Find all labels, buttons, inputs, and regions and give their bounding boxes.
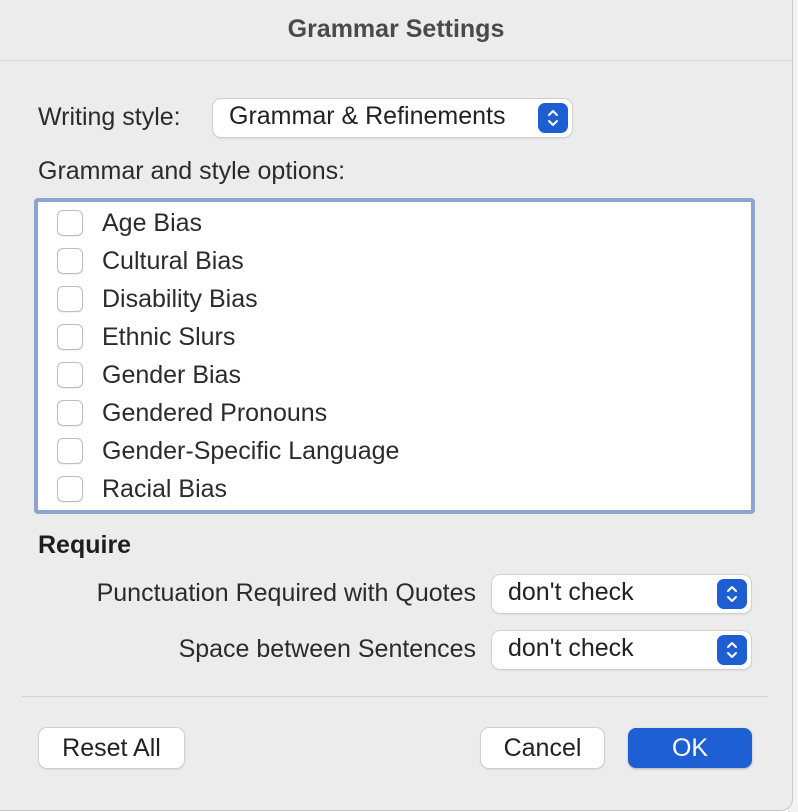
ok-button[interactable]: OK xyxy=(628,728,752,768)
spacing-popup[interactable]: don't check xyxy=(492,631,751,669)
list-item[interactable]: Age Bias xyxy=(38,206,751,242)
option-label: Disability Bias xyxy=(102,285,258,313)
reset-all-button[interactable]: Reset All xyxy=(39,728,184,768)
list-item[interactable]: Gender Bias xyxy=(38,358,751,394)
title-divider xyxy=(0,60,792,61)
punctuation-value: don't check xyxy=(508,578,634,606)
punctuation-popup[interactable]: don't check xyxy=(492,575,751,613)
list-item[interactable]: Ethnic Slurs xyxy=(38,320,751,356)
option-label: Gendered Pronouns xyxy=(102,399,328,427)
writing-style-popup[interactable]: Grammar & Refinements xyxy=(213,99,572,137)
up-down-chevron-icon xyxy=(717,579,747,609)
list-item[interactable]: Racial Bias xyxy=(38,472,751,508)
writing-style-label: Writing style: xyxy=(38,103,181,131)
list-item[interactable]: Disability Bias xyxy=(38,282,751,318)
punctuation-label: Punctuation Required with Quotes xyxy=(96,579,476,607)
spacing-value: don't check xyxy=(508,634,634,662)
option-label: Gender Bias xyxy=(102,361,241,389)
checkbox[interactable] xyxy=(57,476,83,502)
footer-divider xyxy=(22,696,768,697)
checkbox[interactable] xyxy=(57,400,83,426)
require-heading: Require xyxy=(38,531,132,559)
cancel-button[interactable]: Cancel xyxy=(481,728,604,768)
grammar-settings-dialog: Grammar Settings Writing style: Grammar … xyxy=(0,0,793,811)
checkbox[interactable] xyxy=(57,324,83,350)
checkbox[interactable] xyxy=(57,286,83,312)
up-down-chevron-icon xyxy=(717,635,747,665)
options-listbox[interactable]: Age Bias Cultural Bias Disability Bias E… xyxy=(34,198,755,514)
option-label: Racial Bias xyxy=(102,475,228,503)
option-label: Age Bias xyxy=(102,209,203,237)
checkbox[interactable] xyxy=(57,438,83,464)
spacing-label: Space between Sentences xyxy=(178,635,476,663)
dialog-title: Grammar Settings xyxy=(287,15,505,43)
up-down-chevron-icon xyxy=(538,103,568,133)
list-item[interactable]: Gender-Specific Language xyxy=(38,434,751,470)
option-label: Ethnic Slurs xyxy=(102,323,236,351)
option-label: Cultural Bias xyxy=(102,247,244,275)
options-label: Grammar and style options: xyxy=(38,157,346,185)
checkbox[interactable] xyxy=(57,210,83,236)
option-label: Gender-Specific Language xyxy=(102,437,400,465)
checkbox[interactable] xyxy=(57,362,83,388)
writing-style-value: Grammar & Refinements xyxy=(229,102,506,130)
list-item[interactable]: Gendered Pronouns xyxy=(38,396,751,432)
list-item[interactable]: Cultural Bias xyxy=(38,244,751,280)
checkbox[interactable] xyxy=(57,248,83,274)
